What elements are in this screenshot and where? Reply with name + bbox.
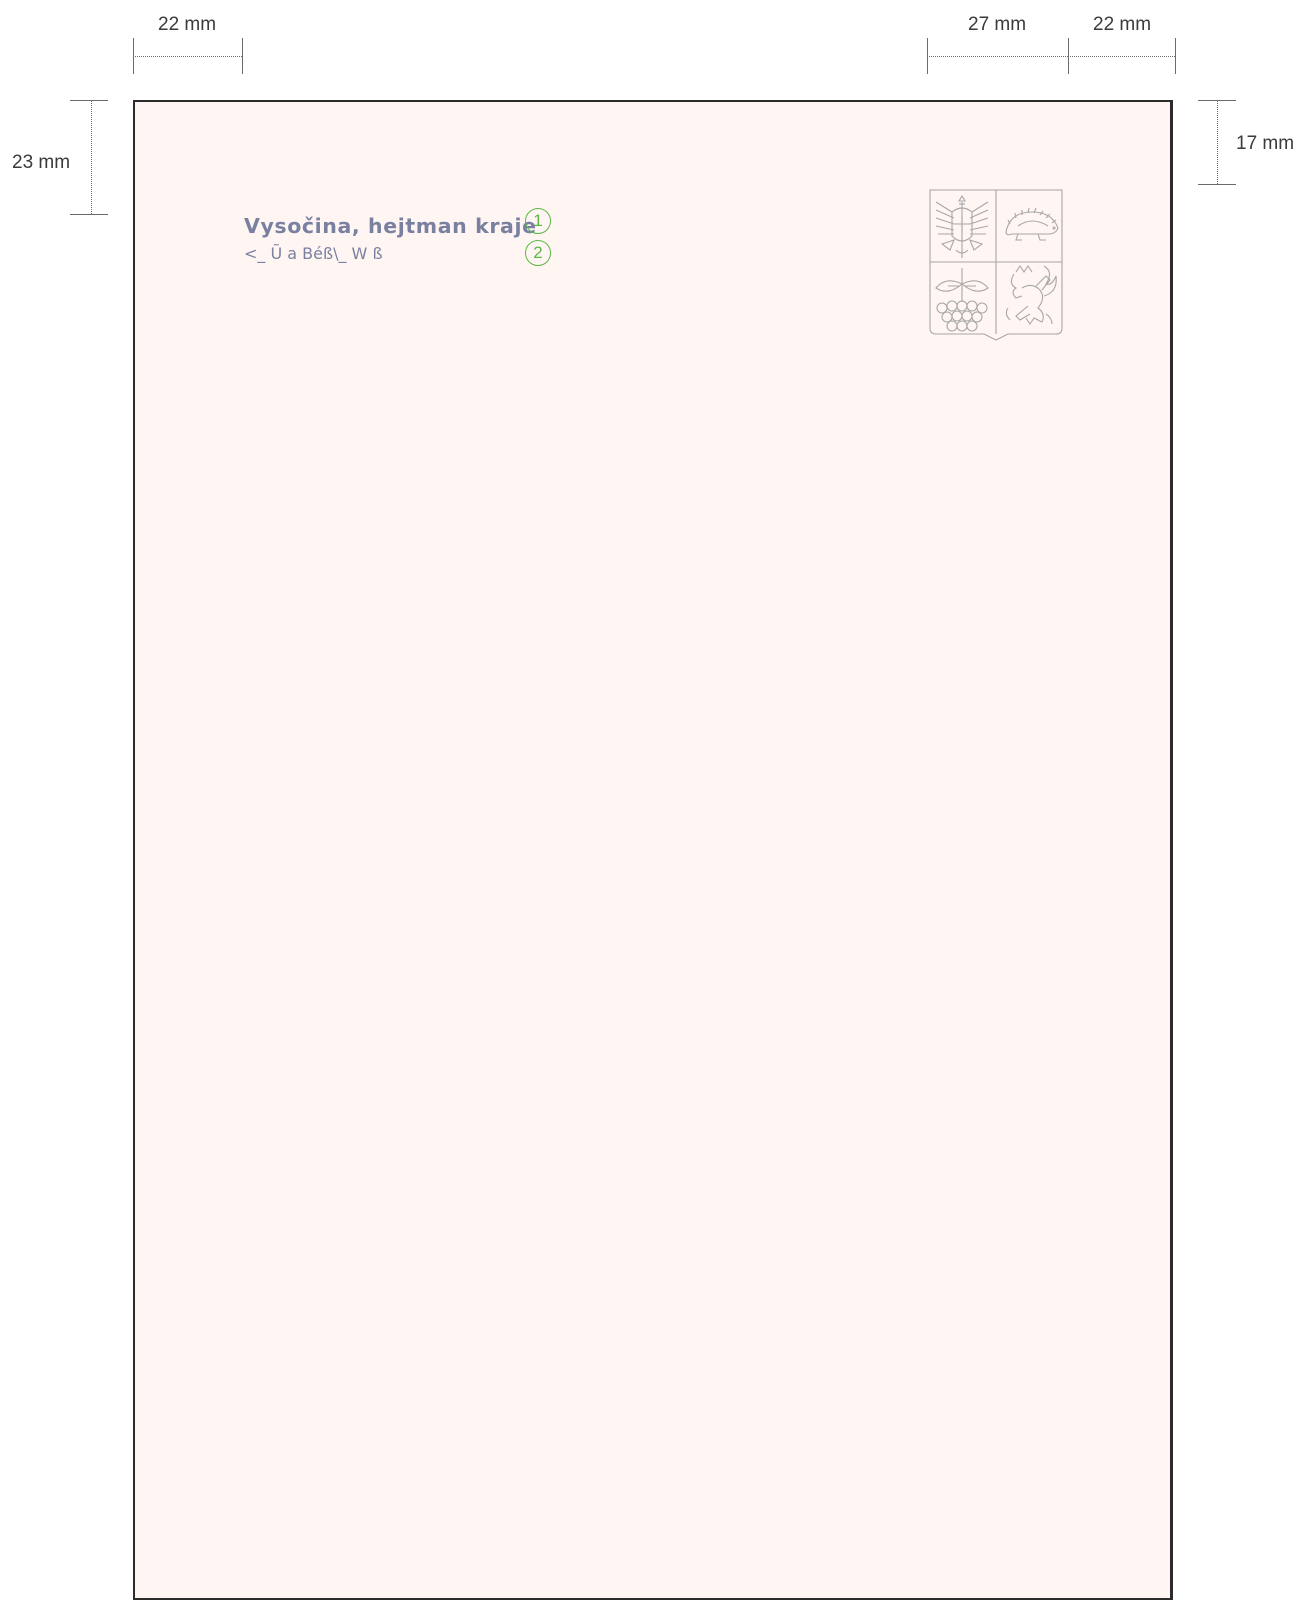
dim-line-top-margin	[91, 100, 92, 214]
marker-2: 2	[525, 240, 551, 266]
sender-subtitle: <_ Ũ a Béß\_ W ß	[244, 244, 383, 263]
marker-1: 1	[525, 208, 551, 234]
dim-tick	[70, 100, 108, 101]
dim-label-crest-top: 17 mm	[1236, 133, 1295, 154]
coat-of-arms-icon	[929, 189, 1063, 341]
dim-tick	[1175, 38, 1176, 74]
eagle-icon	[935, 194, 989, 258]
dim-tick	[1198, 184, 1236, 185]
hedgehog-icon	[1005, 207, 1059, 241]
dim-tick	[242, 38, 243, 74]
rowan-berries-icon	[935, 268, 989, 332]
dim-tick	[70, 214, 108, 215]
dim-label-left-margin: 22 mm	[158, 14, 217, 35]
dim-line-left-margin	[133, 56, 242, 57]
dim-line-right-margin	[1068, 56, 1175, 57]
dim-line-crest-top	[1217, 100, 1218, 184]
dim-label-top-margin: 23 mm	[12, 152, 71, 173]
lion-icon	[1005, 265, 1057, 325]
dim-label-crest-offset: 27 mm	[968, 14, 1027, 35]
dim-line-crest-offset	[927, 56, 1068, 57]
dim-label-right-margin: 22 mm	[1093, 14, 1152, 35]
sender-name: Vysočina, hejtman kraje	[244, 214, 537, 238]
